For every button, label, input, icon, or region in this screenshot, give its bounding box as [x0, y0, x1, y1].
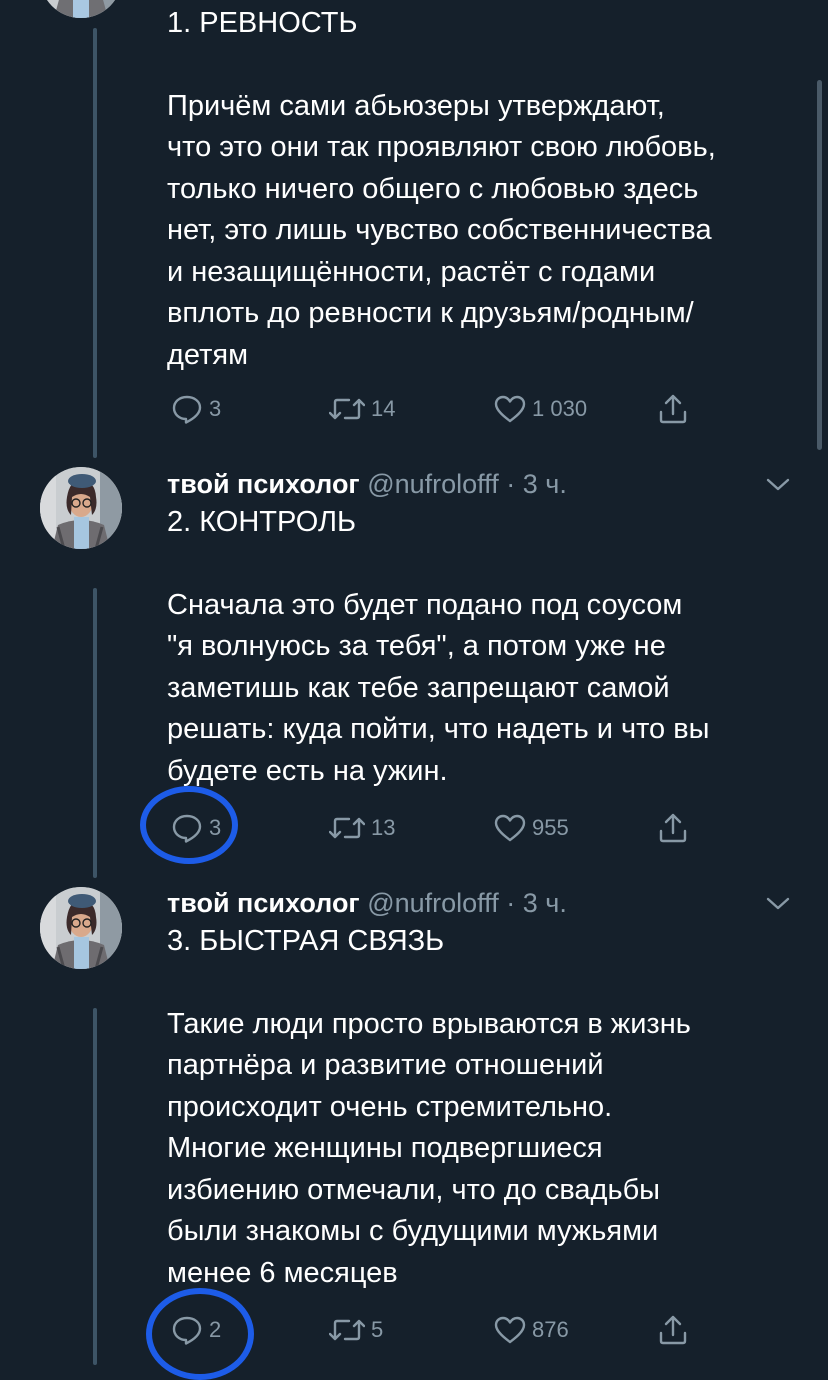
tweet-time[interactable]: 3 ч. — [523, 888, 567, 918]
share-icon — [657, 1314, 689, 1346]
tweet-actions: 3 13 955 — [167, 808, 707, 848]
tweet-header: твой психолог @nufrolofff · 3 ч. — [167, 466, 797, 502]
reply-count: 3 — [209, 396, 222, 421]
tweet-header: твой психолог @nufrolofff · 3 ч. — [167, 885, 797, 921]
share-button[interactable] — [657, 808, 689, 848]
tweet-title: 2. КОНТРОЛЬ — [167, 506, 357, 538]
thread-line — [93, 28, 97, 458]
user-name[interactable]: твой психолог — [167, 469, 360, 499]
user-name[interactable]: твой психолог — [167, 888, 360, 918]
retweet-icon — [329, 396, 365, 422]
like-count: 1 030 — [532, 396, 588, 421]
retweet-button[interactable]: 13 — [329, 808, 395, 848]
share-icon — [657, 393, 689, 425]
tweet[interactable]: 1. РЕВНОСТЬ Причём сами абьюзеры утвержд… — [167, 3, 797, 376]
reply-button[interactable]: 3 — [171, 389, 221, 429]
share-button[interactable] — [657, 1310, 689, 1350]
tweet-menu-chevron-icon[interactable] — [765, 895, 791, 913]
tweet-text: Причём сами абьюзеры утверждают, что это… — [167, 89, 716, 371]
heart-icon — [494, 1316, 526, 1344]
tweet-actions: 3 14 1 030 — [167, 389, 707, 429]
scrollbar[interactable] — [817, 80, 822, 450]
thread-line — [93, 588, 97, 878]
like-count: 876 — [532, 1317, 569, 1342]
separator-dot: · — [506, 469, 516, 499]
highlight-circle — [140, 786, 238, 864]
share-icon — [657, 812, 689, 844]
tweet[interactable]: твой психолог @nufrolofff · 3 ч. 2. КОНТ… — [167, 466, 797, 792]
user-handle[interactable]: @nufrolofff — [367, 888, 499, 918]
tweet-menu-chevron-icon[interactable] — [765, 476, 791, 494]
heart-icon — [494, 814, 526, 842]
retweet-icon — [329, 1317, 365, 1343]
thread-line — [93, 1008, 97, 1365]
tweet-title: 1. РЕВНОСТЬ — [167, 7, 358, 39]
highlight-circle — [146, 1288, 254, 1380]
retweet-button[interactable]: 14 — [329, 389, 395, 429]
like-count: 955 — [532, 815, 569, 840]
user-handle[interactable]: @nufrolofff — [367, 469, 499, 499]
reply-icon — [171, 394, 203, 424]
share-button[interactable] — [657, 389, 689, 429]
retweet-button[interactable]: 5 — [329, 1310, 383, 1350]
tweet-title: 3. БЫСТРАЯ СВЯЗЬ — [167, 925, 445, 957]
retweet-count: 14 — [371, 396, 396, 421]
avatar[interactable] — [40, 467, 122, 549]
retweet-icon — [329, 815, 365, 841]
avatar[interactable] — [40, 887, 122, 969]
like-button[interactable]: 1 030 — [494, 389, 587, 429]
heart-icon — [494, 395, 526, 423]
tweet-time[interactable]: 3 ч. — [523, 469, 567, 499]
separator-dot: · — [506, 888, 516, 918]
like-button[interactable]: 876 — [494, 1310, 569, 1350]
like-button[interactable]: 955 — [494, 808, 569, 848]
retweet-count: 5 — [371, 1317, 384, 1342]
tweet[interactable]: твой психолог @nufrolofff · 3 ч. 3. БЫСТ… — [167, 885, 797, 1294]
avatar[interactable] — [40, 0, 122, 18]
tweet-text: Сначала это будет подано под соусом "я в… — [167, 588, 710, 787]
retweet-count: 13 — [371, 815, 396, 840]
tweet-text: Такие люди просто врываются в жизнь парт… — [167, 1007, 691, 1289]
